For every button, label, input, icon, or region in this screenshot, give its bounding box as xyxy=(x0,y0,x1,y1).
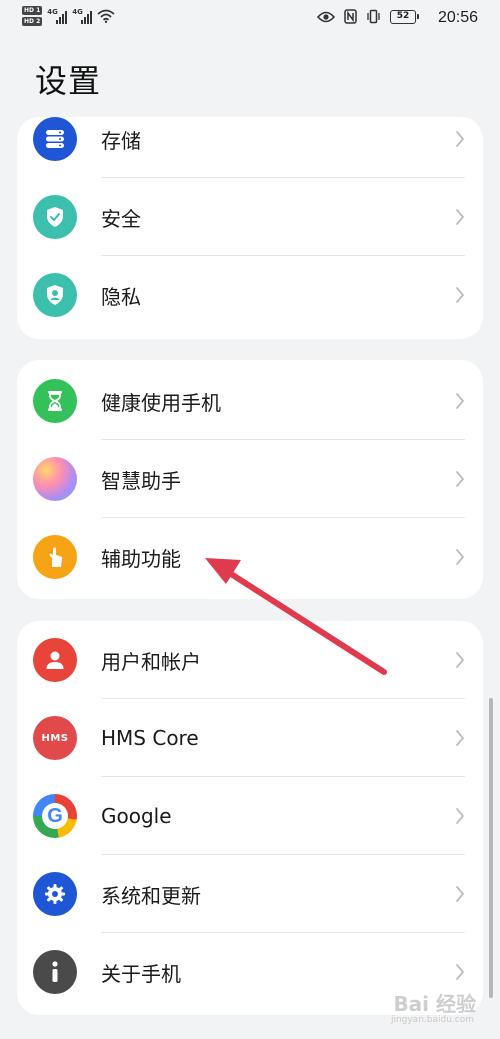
sim-indicators: HD 1 HD 2 xyxy=(22,6,43,26)
signal-1-icon: 4G xyxy=(47,8,68,24)
chevron-right-icon xyxy=(456,886,464,902)
info-icon xyxy=(33,950,77,994)
wifi-icon xyxy=(97,9,115,23)
accessibility-hand-icon xyxy=(33,535,77,579)
scrollbar[interactable] xyxy=(489,698,493,998)
settings-item-hms-core[interactable]: HMS HMS Core xyxy=(17,699,483,777)
settings-item-label: 辅助功能 xyxy=(101,546,181,571)
settings-item-smart-assistant[interactable]: 智慧助手 xyxy=(17,440,483,518)
settings-item-label: 健康使用手机 xyxy=(101,390,221,415)
settings-group-2: 健康使用手机 智慧助手 辅助功能 xyxy=(17,360,483,599)
settings-item-label: 存储 xyxy=(101,128,141,153)
hms-core-icon: HMS xyxy=(33,716,77,760)
status-right-icons: 52 xyxy=(317,9,419,24)
eye-comfort-icon xyxy=(317,11,335,22)
watermark-url: jingyan.baidu.com xyxy=(390,1015,474,1025)
sim2-indicator: HD 2 xyxy=(22,17,43,26)
privacy-icon xyxy=(33,273,77,317)
settings-item-security[interactable]: 安全 xyxy=(17,178,483,256)
shield-icon xyxy=(33,195,77,239)
status-bar: HD 1 HD 2 4G 4G 52 20:56 xyxy=(0,0,500,40)
nfc-icon xyxy=(344,9,357,24)
battery-icon: 52 xyxy=(390,9,419,24)
vibrate-icon xyxy=(367,9,380,24)
chevron-right-icon xyxy=(456,964,464,980)
settings-item-google[interactable]: G Google xyxy=(17,777,483,855)
chevron-right-icon xyxy=(456,471,464,487)
settings-item-storage[interactable]: 存储 xyxy=(17,117,483,178)
hourglass-icon xyxy=(33,379,77,423)
page-title: 设置 xyxy=(35,62,102,100)
chevron-right-icon xyxy=(456,287,464,303)
chevron-right-icon xyxy=(456,808,464,824)
chevron-right-icon xyxy=(456,209,464,225)
sim1-indicator: HD 1 xyxy=(22,6,43,15)
hms-icon-text: HMS xyxy=(41,732,69,744)
settings-item-label: 智慧助手 xyxy=(101,468,181,493)
settings-item-system-update[interactable]: 系统和更新 xyxy=(17,855,483,933)
chevron-right-icon xyxy=(456,549,464,565)
settings-group-1: 存储 安全 隐私 xyxy=(17,117,483,339)
settings-item-accessibility[interactable]: 辅助功能 xyxy=(17,518,483,596)
settings-item-label: HMS Core xyxy=(101,726,199,750)
settings-item-label: 关于手机 xyxy=(101,961,181,986)
settings-item-label: 隐私 xyxy=(101,284,141,309)
status-time: 20:56 xyxy=(437,9,478,26)
settings-item-users-accounts[interactable]: 用户和帐户 xyxy=(17,621,483,699)
chevron-right-icon xyxy=(456,730,464,746)
signal-2-icon: 4G xyxy=(72,8,93,24)
chevron-right-icon xyxy=(456,652,464,668)
google-icon: G xyxy=(33,794,77,838)
user-icon xyxy=(33,638,77,682)
settings-item-label: 系统和更新 xyxy=(101,883,201,908)
chevron-right-icon xyxy=(456,393,464,409)
settings-item-privacy[interactable]: 隐私 xyxy=(17,256,483,334)
settings-item-label: Google xyxy=(101,804,172,828)
assistant-icon xyxy=(33,457,77,501)
chevron-right-icon xyxy=(456,131,464,147)
settings-item-digital-balance[interactable]: 健康使用手机 xyxy=(17,362,483,440)
system-update-icon xyxy=(33,872,77,916)
settings-item-label: 用户和帐户 xyxy=(101,649,201,674)
settings-group-3: 用户和帐户 HMS HMS Core G Google 系统和更新 关于手机 xyxy=(17,621,483,1015)
status-left: HD 1 HD 2 4G 4G xyxy=(22,6,115,26)
watermark-logo: Bai 经验 xyxy=(393,992,476,1016)
settings-item-label: 安全 xyxy=(101,206,141,231)
storage-icon xyxy=(33,117,77,161)
